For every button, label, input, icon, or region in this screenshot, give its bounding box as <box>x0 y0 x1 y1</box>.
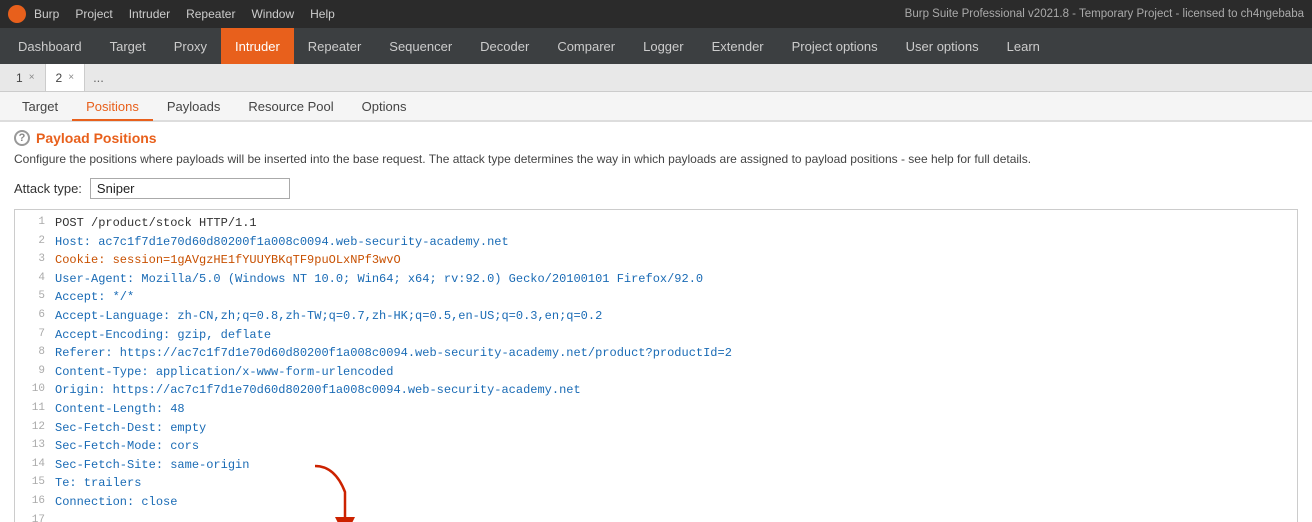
attack-type-input[interactable] <box>90 178 290 199</box>
code-text-10: Origin: https://ac7c1f7d1e70d60d80200f1a… <box>55 381 581 400</box>
tab-2-label: 2 <box>56 71 63 85</box>
nav-decoder[interactable]: Decoder <box>466 28 543 64</box>
code-text-12: Sec-Fetch-Dest: empty <box>55 419 206 438</box>
title-menu: Burp Project Intruder Repeater Window He… <box>34 7 335 21</box>
menu-burp[interactable]: Burp <box>34 7 59 21</box>
menu-repeater[interactable]: Repeater <box>186 7 235 21</box>
nav-target[interactable]: Target <box>96 28 160 64</box>
code-text-6: Accept-Language: zh-CN,zh;q=0.8,zh-TW;q=… <box>55 307 602 326</box>
code-text-14: Sec-Fetch-Site: same-origin <box>55 456 249 475</box>
tab-1[interactable]: 1 × <box>6 64 46 91</box>
code-text-3: Cookie: session=1gAVgzHE1fYUUYBKqTF9puOL… <box>55 251 401 270</box>
nav-project-options[interactable]: Project options <box>778 28 892 64</box>
menu-help[interactable]: Help <box>310 7 335 21</box>
nav-user-options[interactable]: User options <box>892 28 993 64</box>
code-line-7: 7 Accept-Encoding: gzip, deflate <box>15 326 1297 345</box>
tab-1-label: 1 <box>16 71 23 85</box>
code-text-7: Accept-Encoding: gzip, deflate <box>55 326 271 345</box>
tab-2[interactable]: 2 × <box>46 64 86 91</box>
code-line-2: 2 Host: ac7c1f7d1e70d60d80200f1a008c0094… <box>15 233 1297 252</box>
tab-bar: 1 × 2 × ... <box>0 64 1312 92</box>
tab-2-close[interactable]: × <box>68 72 74 83</box>
description-text: Configure the positions where payloads w… <box>14 150 1298 168</box>
code-line-4: 4 User-Agent: Mozilla/5.0 (Windows NT 10… <box>15 270 1297 289</box>
main-content: ? Payload Positions Configure the positi… <box>0 122 1312 522</box>
sub-tab-bar: Target Positions Payloads Resource Pool … <box>0 92 1312 122</box>
nav-proxy[interactable]: Proxy <box>160 28 221 64</box>
tab-1-close[interactable]: × <box>29 72 35 83</box>
code-line-8: 8 Referer: https://ac7c1f7d1e70d60d80200… <box>15 344 1297 363</box>
code-text-5: Accept: */* <box>55 288 134 307</box>
code-line-13: 13 Sec-Fetch-Mode: cors <box>15 437 1297 456</box>
nav-logger[interactable]: Logger <box>629 28 697 64</box>
menu-intruder[interactable]: Intruder <box>129 7 170 21</box>
nav-dashboard[interactable]: Dashboard <box>4 28 96 64</box>
tab-more[interactable]: ... <box>85 70 112 85</box>
sub-tab-positions[interactable]: Positions <box>72 93 153 121</box>
window-title: Burp Suite Professional v2021.8 - Tempor… <box>905 8 1304 20</box>
code-line-10: 10 Origin: https://ac7c1f7d1e70d60d80200… <box>15 381 1297 400</box>
nav-extender[interactable]: Extender <box>698 28 778 64</box>
section-title: Payload Positions <box>36 130 157 146</box>
help-icon[interactable]: ? <box>14 130 30 146</box>
menu-window[interactable]: Window <box>251 7 294 21</box>
code-line-5: 5 Accept: */* <box>15 288 1297 307</box>
attack-type-row: Attack type: <box>14 178 1298 199</box>
burp-logo <box>8 5 26 23</box>
code-line-14: 14 Sec-Fetch-Site: same-origin <box>15 456 1297 475</box>
code-line-6: 6 Accept-Language: zh-CN,zh;q=0.8,zh-TW;… <box>15 307 1297 326</box>
section-header: ? Payload Positions <box>14 130 1298 146</box>
sub-tab-target[interactable]: Target <box>8 93 72 121</box>
nav-comparer[interactable]: Comparer <box>543 28 629 64</box>
code-line-16: 16 Connection: close <box>15 493 1297 512</box>
code-line-17: 17 <box>15 512 1297 522</box>
code-text-17 <box>55 512 62 522</box>
attack-type-label: Attack type: <box>14 181 82 196</box>
code-text-1: POST /product/stock HTTP/1.1 <box>55 214 257 233</box>
code-line-11: 11 Content-Length: 48 <box>15 400 1297 419</box>
code-text-8: Referer: https://ac7c1f7d1e70d60d80200f1… <box>55 344 732 363</box>
code-text-4: User-Agent: Mozilla/5.0 (Windows NT 10.0… <box>55 270 703 289</box>
code-text-15: Te: trailers <box>55 474 141 493</box>
code-text-9: Content-Type: application/x-www-form-url… <box>55 363 393 382</box>
nav-learn[interactable]: Learn <box>993 28 1054 64</box>
code-line-12: 12 Sec-Fetch-Dest: empty <box>15 419 1297 438</box>
nav-bar: Dashboard Target Proxy Intruder Repeater… <box>0 28 1312 64</box>
code-text-13: Sec-Fetch-Mode: cors <box>55 437 199 456</box>
code-text-11: Content-Length: 48 <box>55 400 185 419</box>
code-text-2: Host: ac7c1f7d1e70d60d80200f1a008c0094.w… <box>55 233 509 252</box>
nav-intruder[interactable]: Intruder <box>221 28 294 64</box>
sub-tab-resource-pool[interactable]: Resource Pool <box>234 93 347 121</box>
code-line-15: 15 Te: trailers <box>15 474 1297 493</box>
code-line-9: 9 Content-Type: application/x-www-form-u… <box>15 363 1297 382</box>
code-area[interactable]: 1 POST /product/stock HTTP/1.1 2 Host: a… <box>14 209 1298 522</box>
nav-sequencer[interactable]: Sequencer <box>375 28 466 64</box>
nav-repeater[interactable]: Repeater <box>294 28 375 64</box>
sub-tab-options[interactable]: Options <box>348 93 421 121</box>
title-bar: Burp Project Intruder Repeater Window He… <box>0 0 1312 28</box>
code-line-3: 3 Cookie: session=1gAVgzHE1fYUUYBKqTF9pu… <box>15 251 1297 270</box>
menu-project[interactable]: Project <box>75 7 112 21</box>
sub-tab-payloads[interactable]: Payloads <box>153 93 234 121</box>
code-line-1: 1 POST /product/stock HTTP/1.1 <box>15 214 1297 233</box>
code-text-16: Connection: close <box>55 493 177 512</box>
